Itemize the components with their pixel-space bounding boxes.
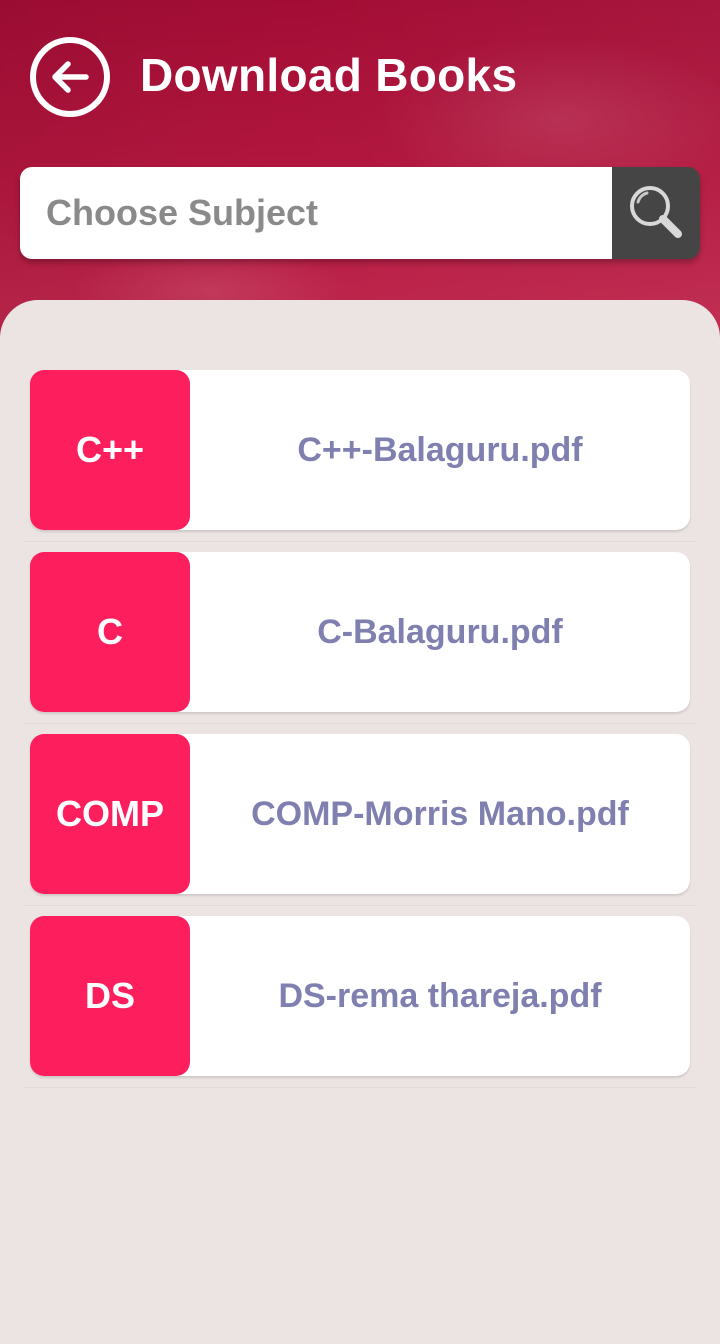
book-file-name: COMP-Morris Mano.pdf	[251, 794, 629, 833]
download-books-screen: Download Books C++ C++-Balaguru.pdf C C-…	[0, 0, 720, 1344]
app-header: Download Books	[0, 0, 720, 340]
subject-badge: C	[30, 552, 190, 712]
book-file-name: DS-rema thareja.pdf	[278, 976, 602, 1015]
subject-badge: C++	[30, 370, 190, 530]
book-file-name: C++-Balaguru.pdf	[297, 430, 583, 469]
back-button[interactable]	[30, 37, 110, 117]
search-button[interactable]	[612, 167, 700, 259]
book-item[interactable]: DS DS-rema thareja.pdf	[24, 916, 696, 1088]
book-item[interactable]: COMP COMP-Morris Mano.pdf	[24, 734, 696, 906]
book-item[interactable]: C++ C++-Balaguru.pdf	[24, 370, 696, 542]
book-item[interactable]: C C-Balaguru.pdf	[24, 552, 696, 724]
arrow-left-icon	[52, 61, 89, 93]
subject-search-input[interactable]	[20, 167, 612, 259]
subject-badge: COMP	[30, 734, 190, 894]
books-panel: C++ C++-Balaguru.pdf C C-Balaguru.pdf CO…	[0, 300, 720, 1344]
page-title: Download Books	[140, 49, 518, 101]
subject-badge: DS	[30, 916, 190, 1076]
book-list: C++ C++-Balaguru.pdf C C-Balaguru.pdf CO…	[24, 370, 696, 1098]
search-icon	[630, 186, 682, 238]
search-bar	[20, 167, 700, 259]
book-file-name: C-Balaguru.pdf	[317, 612, 563, 651]
